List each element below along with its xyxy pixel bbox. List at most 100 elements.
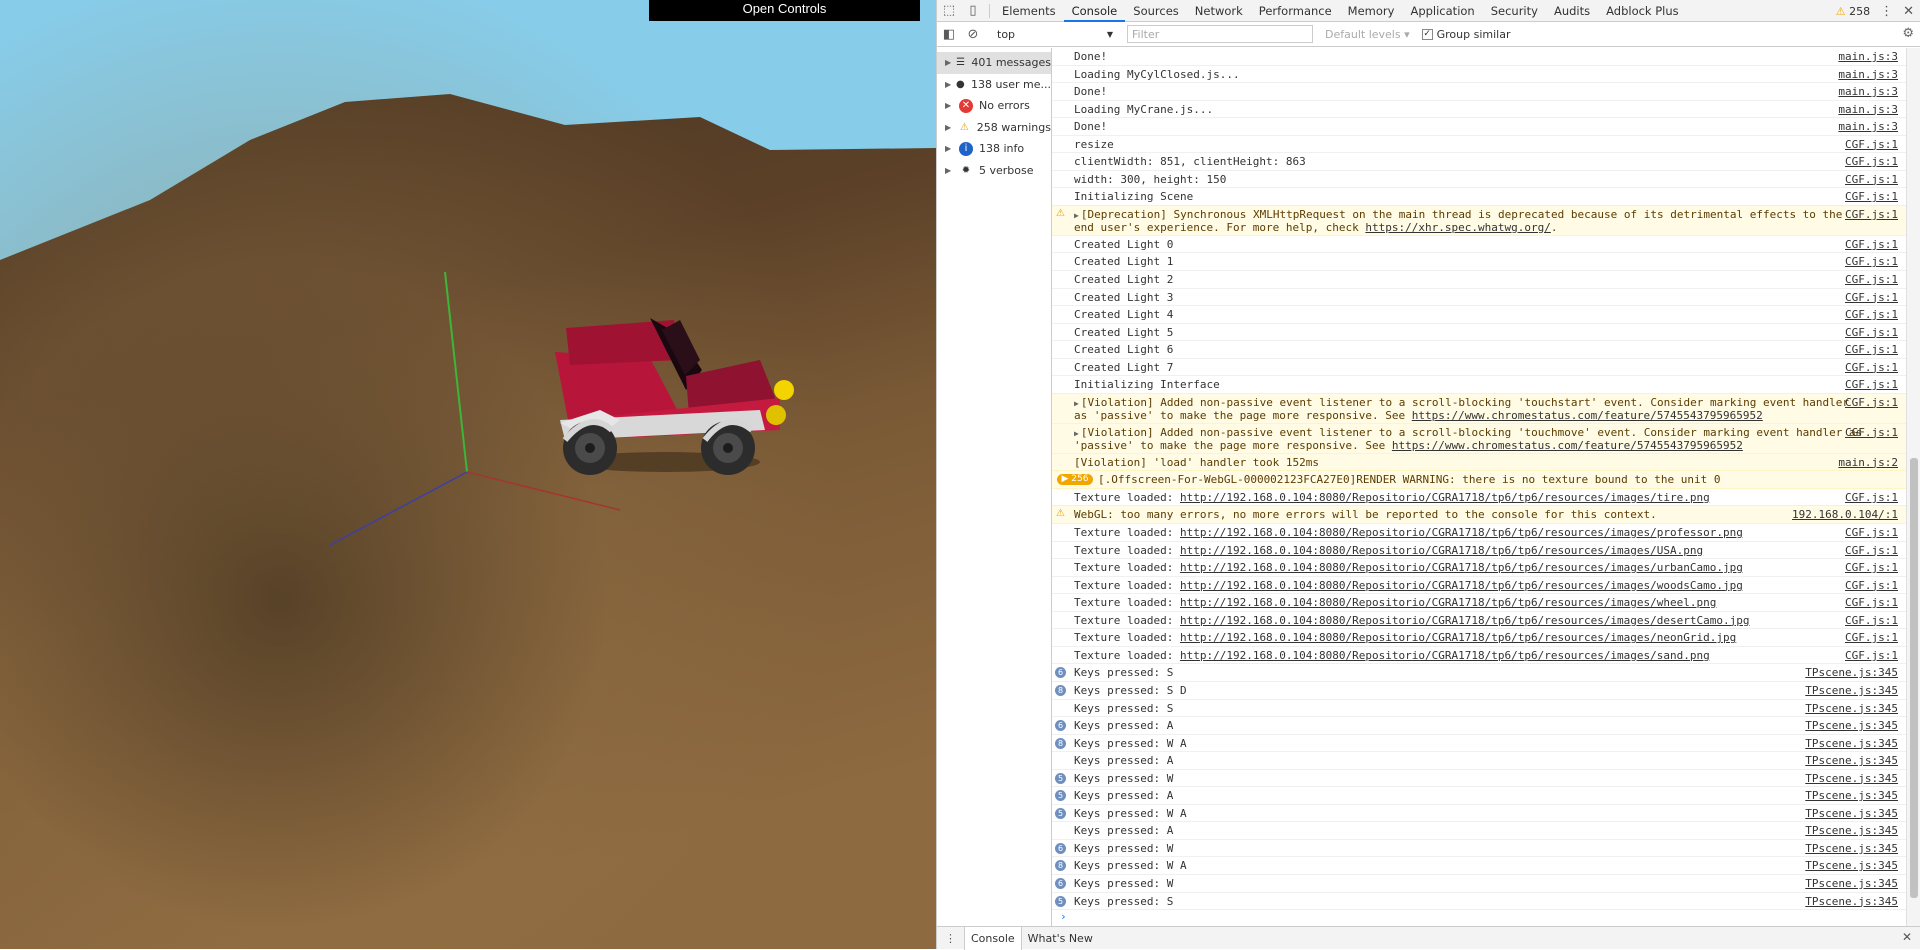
source-link[interactable]: CGF.js:1	[1845, 236, 1898, 253]
source-link[interactable]: CGF.js:1	[1845, 271, 1898, 288]
source-link[interactable]: TPscene.js:345	[1805, 875, 1898, 892]
expand-arrow-icon[interactable]: ▶	[1074, 211, 1079, 220]
log-row[interactable]: ▶ 256 [.Offscreen-For-WebGL-000002123FCA2…	[1052, 471, 1906, 489]
source-link[interactable]: TPscene.js:345	[1805, 770, 1898, 787]
console-log[interactable]: Done! main.js:3 Loading MyCylClosed.js... m…	[1052, 48, 1920, 926]
source-link[interactable]: TPscene.js:345	[1805, 735, 1898, 752]
log-row[interactable]: 5 Keys pressed: W TPscene.js:345	[1052, 770, 1906, 788]
group-similar-checkbox[interactable]: ✓ Group similar	[1421, 28, 1510, 41]
log-row[interactable]: Texture loaded: http://192.168.0.104:808…	[1052, 647, 1906, 665]
source-link[interactable]: CGF.js:1	[1845, 629, 1898, 646]
source-link[interactable]: main.js:2	[1838, 454, 1898, 471]
log-row[interactable]: 8 Keys pressed: S D TPscene.js:345	[1052, 682, 1906, 700]
log-row[interactable]: 8 Keys pressed: W A TPscene.js:345	[1052, 735, 1906, 753]
more-menu-icon[interactable]: ⋮	[1880, 4, 1893, 19]
source-link[interactable]: CGF.js:1	[1845, 489, 1898, 506]
drawer-tab-console[interactable]: Console	[964, 926, 1022, 950]
scroll-thumb[interactable]	[1910, 458, 1918, 898]
log-row[interactable]: Created Light 4 CGF.js:1	[1052, 306, 1906, 324]
tab-memory[interactable]: Memory	[1340, 0, 1403, 22]
levels-dropdown[interactable]: Default levels ▾	[1325, 28, 1410, 41]
log-row[interactable]: Created Light 6 CGF.js:1	[1052, 341, 1906, 359]
log-link[interactable]: https://www.chromestatus.com/feature/574…	[1392, 439, 1743, 452]
log-row[interactable]: Created Light 0 CGF.js:1	[1052, 236, 1906, 254]
log-link[interactable]: http://192.168.0.104:8080/Repositorio/CG…	[1180, 526, 1743, 539]
source-link[interactable]: CGF.js:1	[1845, 577, 1898, 594]
warning-counter[interactable]: ⚠ 258	[1836, 5, 1870, 18]
close-drawer-icon[interactable]: ✕	[1902, 930, 1912, 944]
tab-console[interactable]: Console	[1063, 0, 1126, 22]
source-link[interactable]: TPscene.js:345	[1805, 822, 1898, 839]
log-row[interactable]: 5 Keys pressed: A TPscene.js:345	[1052, 787, 1906, 805]
tab-application[interactable]: Application	[1402, 0, 1482, 22]
log-row[interactable]: Texture loaded: http://192.168.0.104:808…	[1052, 524, 1906, 542]
expand-arrow-icon[interactable]: ▶	[1074, 399, 1079, 408]
log-row[interactable]: Texture loaded: http://192.168.0.104:808…	[1052, 489, 1906, 507]
log-row[interactable]: Created Light 7 CGF.js:1	[1052, 359, 1906, 377]
scrollbar[interactable]	[1906, 48, 1920, 926]
log-row[interactable]: Texture loaded: http://192.168.0.104:808…	[1052, 594, 1906, 612]
log-row[interactable]: 8 Keys pressed: W A TPscene.js:345	[1052, 857, 1906, 875]
expand-arrow-icon[interactable]: ▶	[945, 123, 954, 132]
log-row[interactable]: ⚠ WebGL: too many errors, no more errors …	[1052, 506, 1906, 525]
source-link[interactable]: TPscene.js:345	[1805, 840, 1898, 857]
source-link[interactable]: CGF.js:1	[1845, 524, 1898, 541]
log-row[interactable]: Keys pressed: A TPscene.js:345	[1052, 752, 1906, 770]
sidebar-item[interactable]: ▶ ✹ 5 verbose	[937, 160, 1051, 182]
log-row[interactable]: Texture loaded: http://192.168.0.104:808…	[1052, 577, 1906, 595]
log-row[interactable]: 6 Keys pressed: A TPscene.js:345	[1052, 717, 1906, 735]
log-row[interactable]: 6 Keys pressed: S TPscene.js:345	[1052, 664, 1906, 682]
log-row[interactable]: width: 300, height: 150 CGF.js:1	[1052, 171, 1906, 189]
log-row[interactable]: ▶ [Violation] Added non-passive event lis…	[1052, 393, 1906, 424]
sidebar-toggle-icon[interactable]: ◧	[937, 23, 961, 45]
log-row[interactable]: Loading MyCylClosed.js... main.js:3	[1052, 66, 1906, 84]
inspect-element-icon[interactable]: ⬚	[937, 0, 961, 22]
expand-arrow-icon[interactable]: ▶	[945, 58, 952, 67]
source-link[interactable]: main.js:3	[1838, 66, 1898, 83]
source-link[interactable]: CGF.js:1	[1845, 136, 1898, 153]
log-row[interactable]: Done! main.js:3	[1052, 48, 1906, 66]
expand-arrow-icon[interactable]: ▶	[945, 80, 952, 89]
source-link[interactable]: main.js:3	[1838, 118, 1898, 135]
sidebar-item[interactable]: ▶ ☰ 401 messages	[937, 52, 1051, 74]
log-link[interactable]: http://192.168.0.104:8080/Repositorio/CG…	[1180, 579, 1743, 592]
log-row[interactable]: Keys pressed: A TPscene.js:345	[1052, 822, 1906, 840]
log-row[interactable]: Created Light 1 CGF.js:1	[1052, 253, 1906, 272]
log-link[interactable]: http://192.168.0.104:8080/Repositorio/CG…	[1180, 631, 1736, 644]
clear-console-icon[interactable]: ⊘	[961, 23, 985, 45]
tab-sources[interactable]: Sources	[1125, 0, 1187, 22]
source-link[interactable]: CGF.js:1	[1845, 394, 1898, 411]
expand-arrow-icon[interactable]: ▶	[945, 101, 955, 110]
log-row[interactable]: 6 Keys pressed: W TPscene.js:345	[1052, 875, 1906, 893]
log-link[interactable]: http://192.168.0.104:8080/Repositorio/CG…	[1180, 596, 1716, 609]
source-link[interactable]: TPscene.js:345	[1805, 787, 1898, 804]
source-link[interactable]: CGF.js:1	[1845, 542, 1898, 559]
source-link[interactable]: CGF.js:1	[1845, 253, 1898, 270]
close-devtools-icon[interactable]: ✕	[1903, 4, 1914, 19]
tab-adblock-plus[interactable]: Adblock Plus	[1598, 0, 1687, 22]
log-row[interactable]: Texture loaded: http://192.168.0.104:808…	[1052, 612, 1906, 630]
log-link[interactable]: http://192.168.0.104:8080/Repositorio/CG…	[1180, 649, 1710, 662]
log-row[interactable]: 6 Keys pressed: W TPscene.js:345	[1052, 840, 1906, 858]
source-link[interactable]: CGF.js:1	[1845, 171, 1898, 188]
source-link[interactable]: main.js:3	[1838, 83, 1898, 100]
log-row[interactable]: ▶ [Violation] Added non-passive event lis…	[1052, 423, 1906, 454]
tab-audits[interactable]: Audits	[1546, 0, 1598, 22]
expand-arrow-icon[interactable]: ▶	[1074, 429, 1079, 438]
log-row[interactable]: Keys pressed: S TPscene.js:345	[1052, 700, 1906, 718]
log-row[interactable]: Done! main.js:3	[1052, 118, 1906, 136]
log-row[interactable]: Initializing Interface CGF.js:1	[1052, 376, 1906, 394]
source-link[interactable]: CGF.js:1	[1845, 306, 1898, 323]
tab-network[interactable]: Network	[1187, 0, 1251, 22]
drawer-tab-what-s-new[interactable]: What's New	[1022, 927, 1099, 950]
log-link[interactable]: http://192.168.0.104:8080/Repositorio/CG…	[1180, 491, 1710, 504]
source-link[interactable]: CGF.js:1	[1845, 206, 1898, 223]
sidebar-item[interactable]: ▶ i 138 info	[937, 138, 1051, 160]
device-toolbar-icon[interactable]: ▯	[961, 0, 985, 22]
gear-icon[interactable]: ⚙	[1902, 26, 1914, 41]
source-link[interactable]: CGF.js:1	[1845, 153, 1898, 170]
source-link[interactable]: main.js:3	[1838, 101, 1898, 118]
log-link[interactable]: http://192.168.0.104:8080/Repositorio/CG…	[1180, 544, 1703, 557]
source-link[interactable]: CGF.js:1	[1845, 559, 1898, 576]
sidebar-item[interactable]: ▶ ✕ No errors	[937, 95, 1051, 117]
